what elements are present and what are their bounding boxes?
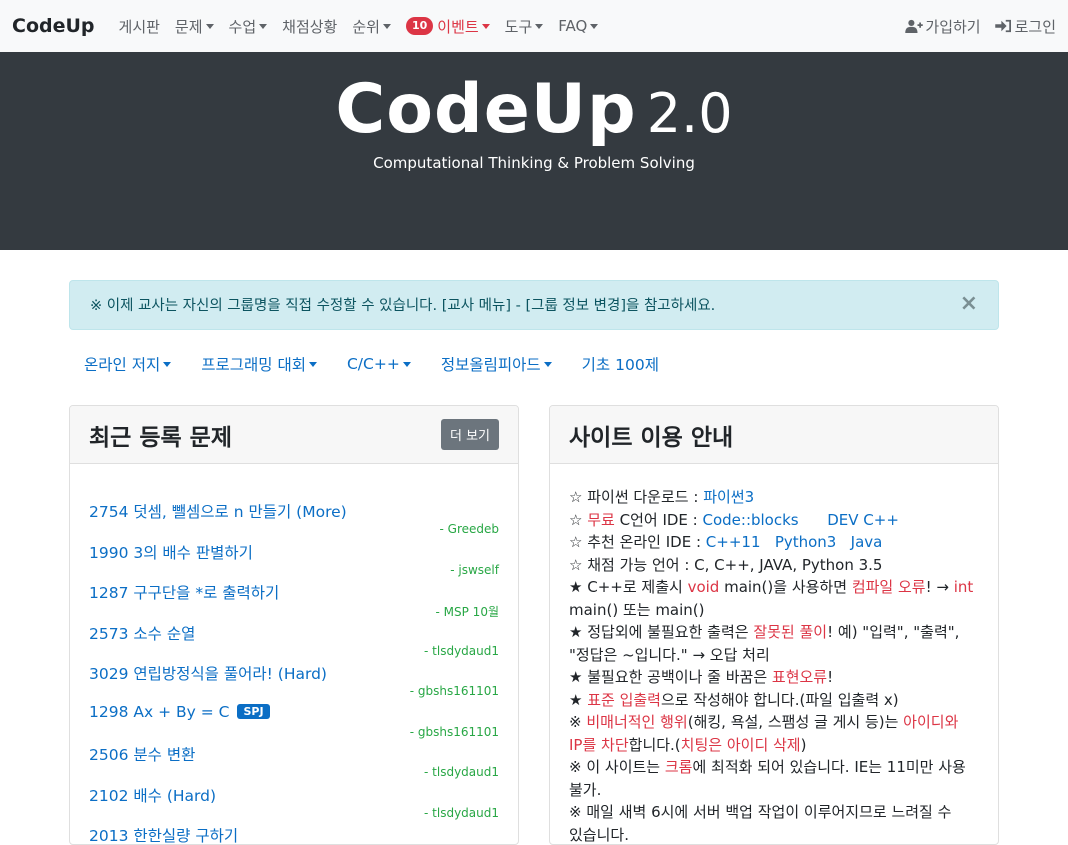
chevron-down-icon — [402, 361, 411, 367]
problem-author: - Greedeb — [439, 522, 500, 536]
subnav-cpp[interactable]: C/C++ — [347, 353, 411, 375]
nav-tools[interactable]: 도구 — [505, 16, 544, 37]
site-guide-title: 사이트 이용 안내 — [569, 424, 734, 451]
jumbotron-subtitle: Computational Thinking & Problem Solving — [373, 154, 695, 172]
problem-list: 2754 덧셈, 뺄셈으로 n 만들기 (More) - Greedeb 199… — [70, 464, 518, 844]
subnav-contest[interactable]: 프로그래밍 대회 — [201, 353, 317, 375]
subnav-online-judge[interactable]: 온라인 저지 — [84, 353, 172, 375]
nav-status[interactable]: 채점상황 — [282, 16, 337, 37]
java-link[interactable]: Java — [851, 533, 883, 551]
guide-line-output: ★ 정답외에 불필요한 출력은 잘못된 풀이! 예) "입력", "출력", — [569, 623, 960, 641]
list-item: 1298 Ax + By = C SPJ - gbshs161101 — [89, 703, 499, 744]
list-item: 2754 덧셈, 뺄셈으로 n 만들기 (More) - Greedeb — [89, 500, 499, 541]
problem-author: - tlsdydaud1 — [424, 805, 499, 820]
chevron-down-icon — [205, 23, 214, 29]
nav-classes[interactable]: 수업 — [229, 16, 268, 37]
jumbotron: CodeUp 2.0 Computational Thinking & Probl… — [0, 52, 1068, 250]
guide-line-backup: ※ 매일 새벽 6시에 서버 백업 작업이 이루어지므로 느려질 수 — [569, 803, 952, 821]
guide-line-languages: ☆ 채점 가능 언어 : C, C++, JAVA, Python 3.5 — [569, 555, 883, 574]
nav-ranking[interactable]: 순위 — [352, 16, 391, 37]
guide-line-chrome: ※ 이 사이트는 크롬에 최적화 되어 있습니다. IE는 11미만 사용 — [569, 758, 966, 776]
chevron-down-icon — [590, 23, 599, 29]
chevron-down-icon — [543, 361, 552, 367]
list-item: 2013 한한실량 구하기 — [89, 824, 499, 844]
version-label: 2.0 — [646, 82, 733, 145]
problem-link[interactable]: 2754 덧셈, 뺄셈으로 n 만들기 (More) — [89, 500, 499, 522]
login-link[interactable]: 로그인 — [994, 16, 1056, 37]
list-item: 3029 연립방정식을 풀어라! (Hard) - gbshs161101 — [89, 662, 499, 703]
problem-link[interactable]: 1990 3의 배수 판별하기 — [89, 541, 499, 563]
guide-content: ☆ 파이썬 다운로드 : 파이썬3 ☆ 무료 C언어 IDE : Code::b… — [550, 464, 998, 844]
recent-problems-card: 최근 등록 문제 더 보기 2754 덧셈, 뺄셈으로 n 만들기 (More)… — [69, 405, 519, 845]
nav-left: 게시판 문제 수업 채점상황 순위 10 이벤트 도구 FAQ — [119, 16, 614, 37]
nav-problems[interactable]: 문제 — [175, 16, 214, 37]
list-item: 2573 소수 순열 - tlsdydaud1 — [89, 622, 499, 663]
recent-problems-title: 최근 등록 문제 — [89, 424, 232, 451]
nav-faq[interactable]: FAQ — [558, 17, 599, 35]
subnav-olympiad[interactable]: 정보올림피아드 — [441, 353, 552, 375]
cpp11-link[interactable]: C++11 — [706, 533, 761, 551]
brand-logo[interactable]: CodeUp — [12, 15, 95, 37]
problem-author: - MSP 10월 — [435, 605, 499, 619]
list-item: 2506 분수 변환 - tlsdydaud1 — [89, 743, 499, 784]
guide-line-whitespace: ★ 불필요한 공백이나 줄 바꿈은 표현오류! — [569, 668, 834, 686]
problem-link[interactable]: 2102 배수 (Hard) — [89, 784, 499, 806]
python-download-link[interactable]: 파이썬3 — [703, 488, 754, 506]
nav-board[interactable]: 게시판 — [119, 16, 160, 37]
spj-badge: SPJ — [237, 703, 270, 719]
problem-author: - tlsdydaud1 — [424, 765, 499, 779]
codeblocks-link[interactable]: Code::blocks — [702, 511, 798, 529]
chevron-down-icon — [259, 23, 268, 29]
more-button[interactable]: 더 보기 — [440, 419, 499, 450]
info-alert: ※ 이제 교사는 자신의 그룹명을 직접 수정할 수 있습니다. [교사 메뉴]… — [69, 280, 999, 330]
nav-event[interactable]: 10 이벤트 — [405, 16, 490, 37]
guide-line-stdio: ★ 표준 입출력으로 작성해야 합니다.(파일 입출력 x) — [569, 690, 899, 709]
python3-link[interactable]: Python3 — [775, 533, 837, 551]
problem-author: - tlsdydaud1 — [424, 643, 499, 658]
chevron-down-icon — [481, 23, 490, 29]
site-guide-card: 사이트 이용 안내 ☆ 파이썬 다운로드 : 파이썬3 ☆ 무료 C언어 IDE… — [549, 405, 999, 845]
chevron-down-icon — [382, 23, 391, 29]
chevron-down-icon — [535, 23, 544, 29]
list-item: 2102 배수 (Hard) - tlsdydaud1 — [89, 784, 499, 825]
guide-line-online-ide: ☆ 추천 온라인 IDE : C++11 Python3 Java — [569, 533, 883, 551]
problem-link[interactable]: 2573 소수 순열 — [89, 622, 499, 644]
devcpp-link[interactable]: DEV C++ — [827, 511, 899, 529]
guide-line-manners: ※ 비매너적인 행위(해킹, 욕설, 스팸성 글 게시 등)는 아이디와 — [569, 713, 959, 731]
user-plus-icon — [905, 19, 924, 33]
signup-link[interactable]: 가입하기 — [905, 16, 981, 37]
problem-link[interactable]: 1287 구구단을 *로 출력하기 — [89, 581, 499, 603]
problem-link[interactable]: 1298 Ax + By = C — [89, 703, 229, 721]
guide-line-python: ☆ 파이썬 다운로드 : 파이썬3 — [569, 488, 755, 506]
list-item: 1990 3의 배수 판별하기 - jswself — [89, 541, 499, 582]
guide-line-cpp-main: ★ C++로 제출시 void main()을 사용하면 컴파일 오류! → i… — [569, 578, 974, 596]
navbar: CodeUp 게시판 문제 수업 채점상황 순위 10 이벤트 도구 FAQ 가… — [0, 0, 1068, 52]
problem-link[interactable]: 2506 분수 변환 — [89, 743, 499, 765]
guide-line-c-ide: ☆ 무료 C언어 IDE : Code::blocks DEV C++ — [569, 510, 899, 529]
list-item: 1287 구구단을 *로 출력하기 - MSP 10월 — [89, 581, 499, 622]
card-header: 사이트 이용 안내 — [550, 406, 998, 464]
problem-author: - gbshs161101 — [409, 724, 499, 739]
problem-link[interactable]: 3029 연립방정식을 풀어라! (Hard) — [89, 662, 499, 684]
alert-text: ※ 이제 교사는 자신의 그룹명을 직접 수정할 수 있습니다. [교사 메뉴]… — [90, 298, 716, 314]
category-nav: 온라인 저지 프로그래밍 대회 C/C++ 정보올림피아드 기초 100제 — [84, 353, 689, 375]
problem-link[interactable]: 2013 한한실량 구하기 — [89, 824, 499, 844]
card-header: 최근 등록 문제 더 보기 — [70, 406, 518, 464]
subnav-basic-100[interactable]: 기초 100제 — [582, 353, 659, 375]
chevron-down-icon — [308, 361, 317, 367]
problem-title-row: 1298 Ax + By = C SPJ — [89, 703, 499, 721]
chevron-down-icon — [163, 361, 172, 367]
problem-author: - jswself — [450, 562, 499, 577]
event-count-badge: 10 — [405, 17, 434, 35]
close-icon[interactable]: × — [960, 293, 978, 315]
jumbotron-title: CodeUp 2.0 — [335, 70, 733, 149]
nav-right: 가입하기 로그인 — [891, 16, 1056, 37]
sign-in-icon — [994, 19, 1011, 33]
problem-author: - gbshs161101 — [409, 684, 499, 698]
